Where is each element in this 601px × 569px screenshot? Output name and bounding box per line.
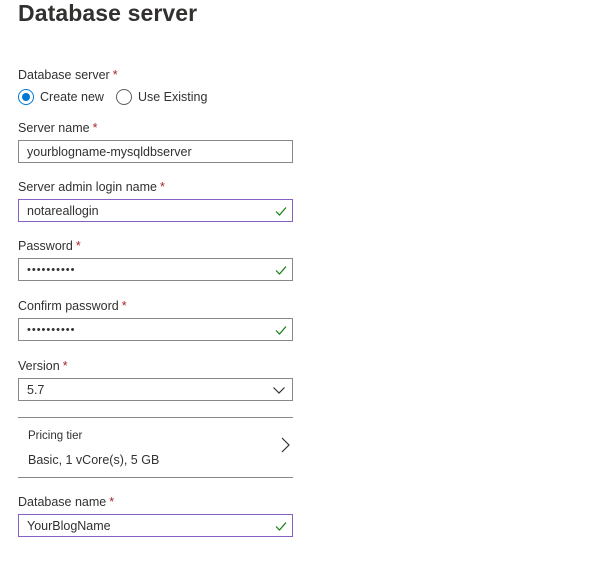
- server-name-label: Server name *: [18, 121, 98, 135]
- page-title: Database server: [18, 0, 198, 26]
- chevron-right-icon: [281, 437, 290, 453]
- radio-use-existing[interactable]: Use Existing: [115, 89, 207, 105]
- database-server-label: Database server *: [18, 68, 118, 82]
- password-label: Password *: [18, 239, 81, 253]
- required-marker: *: [62, 359, 68, 373]
- confirm-password-value: ••••••••••: [27, 323, 76, 336]
- divider: [18, 477, 293, 478]
- database-server-radio-group: Create new Use Existing: [18, 88, 219, 106]
- pricing-tier-label: Pricing tier: [28, 430, 83, 442]
- password-value: ••••••••••: [27, 263, 76, 276]
- server-name-value: yourblogname-mysqldbserver: [27, 144, 192, 159]
- confirm-password-label: Confirm password *: [18, 299, 127, 313]
- required-marker: *: [109, 495, 115, 509]
- database-name-label: Database name *: [18, 495, 115, 509]
- database-name-value: YourBlogName: [27, 518, 111, 533]
- version-dropdown[interactable]: 5.7: [18, 378, 293, 401]
- version-label: Version *: [18, 359, 68, 373]
- checkmark-icon: [275, 265, 287, 275]
- radio-circle-unchecked[interactable]: [115, 89, 132, 105]
- required-marker: *: [112, 68, 118, 82]
- version-value: 5.7: [27, 382, 45, 397]
- required-marker: *: [159, 180, 165, 194]
- checkmark-icon: [275, 325, 287, 335]
- pricing-tier-value: Basic, 1 vCore(s), 5 GB: [28, 453, 160, 467]
- checkmark-icon: [275, 521, 287, 531]
- server-name-input[interactable]: yourblogname-mysqldbserver: [18, 140, 293, 163]
- required-marker: *: [92, 121, 98, 135]
- pricing-tier-selector[interactable]: Pricing tier Basic, 1 vCore(s), 5 GB: [18, 418, 293, 477]
- admin-login-label: Server admin login name *: [18, 180, 165, 194]
- chevron-down-icon: [273, 386, 285, 394]
- radio-circle-checked[interactable]: [18, 89, 34, 105]
- checkmark-icon: [275, 206, 287, 216]
- password-input[interactable]: ••••••••••: [18, 258, 293, 281]
- radio-create-new[interactable]: Create new: [18, 89, 104, 105]
- required-marker: *: [121, 299, 127, 313]
- database-name-input[interactable]: YourBlogName: [18, 514, 293, 537]
- confirm-password-input[interactable]: ••••••••••: [18, 318, 293, 341]
- required-marker: *: [75, 239, 81, 253]
- admin-login-value: notareallogin: [27, 203, 99, 218]
- admin-login-input[interactable]: notareallogin: [18, 199, 293, 222]
